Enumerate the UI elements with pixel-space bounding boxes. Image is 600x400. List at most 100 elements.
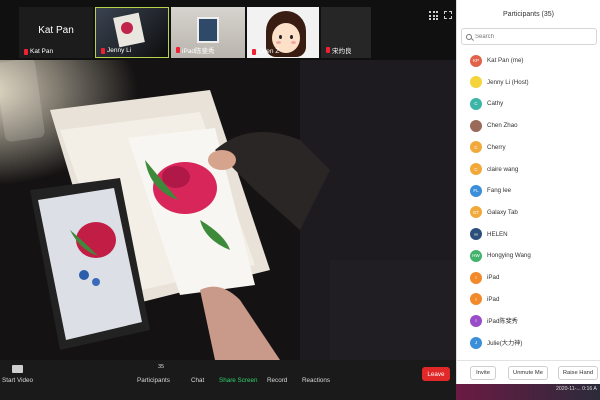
cartoon-eye bbox=[290, 35, 293, 39]
tile-name-label: 宋灼良 bbox=[326, 45, 352, 55]
leave-button[interactable]: Leave bbox=[422, 367, 450, 381]
chat-button[interactable]: Chat bbox=[191, 360, 204, 400]
record-label: Record bbox=[267, 377, 288, 384]
participant-row[interactable]: H HELEN bbox=[457, 224, 600, 245]
participant-avatar: C bbox=[470, 97, 482, 110]
tile-big-name: Kat Pan bbox=[38, 25, 74, 36]
video-thumbnail-strip: Kat Pan Kat Pan Jenny Li iPad陈斐秀 Chen Z … bbox=[0, 7, 456, 59]
participant-row[interactable]: Chen Zhao bbox=[457, 115, 600, 136]
muted-mic-icon bbox=[24, 48, 28, 55]
participant-avatar: FL bbox=[470, 184, 482, 197]
participant-avatar: I bbox=[470, 293, 482, 306]
raise-hand-button[interactable]: Raise Hand bbox=[558, 366, 598, 380]
participant-name: Hongying Wang bbox=[487, 252, 531, 260]
tile-flower-shape bbox=[121, 22, 133, 34]
participants-panel: Participants (35) KP Kat Pan (me) Jenny Li… bbox=[456, 0, 600, 400]
panel-footer: Invite Unmute Me Raise Hand bbox=[457, 360, 600, 384]
participant-name: Cherry bbox=[487, 143, 506, 151]
participant-avatar: I bbox=[470, 314, 482, 327]
participant-avatar: J bbox=[470, 336, 482, 349]
participant-row[interactable]: KP Kat Pan (me) bbox=[457, 50, 600, 71]
search-icon bbox=[466, 33, 472, 40]
participants-button[interactable]: Participants bbox=[137, 360, 170, 400]
participants-label: Participants bbox=[137, 377, 170, 384]
participant-name: iPad bbox=[487, 295, 500, 303]
share-screen-button[interactable]: Share Screen bbox=[219, 360, 258, 400]
participant-name: Galaxy Tab bbox=[487, 208, 518, 216]
video-camera-icon bbox=[12, 365, 24, 373]
participant-name: Jenny Li (Host) bbox=[487, 78, 529, 86]
tile-picture-frame bbox=[197, 17, 219, 43]
participant-row[interactable]: C Cathy bbox=[457, 93, 600, 114]
tile-name-text: Chen Z bbox=[258, 48, 280, 55]
participant-row[interactable]: HW Hongying Wang bbox=[457, 245, 600, 266]
share-screen-label: Share Screen bbox=[219, 377, 258, 384]
muted-mic-icon bbox=[176, 47, 180, 53]
main-video-scene bbox=[0, 60, 456, 360]
participant-row[interactable]: IiPad bbox=[457, 267, 600, 288]
reactions-button[interactable]: Reactions bbox=[302, 360, 330, 400]
tile-name-label: Chen Z bbox=[252, 48, 279, 55]
participant-name: claire wang bbox=[487, 165, 519, 173]
participant-avatar bbox=[470, 76, 482, 89]
participant-row[interactable]: J Julie(大力神) bbox=[457, 332, 600, 353]
start-video-button[interactable]: Start Video bbox=[2, 360, 33, 400]
grid-view-icon[interactable] bbox=[429, 11, 438, 20]
participant-avatar: HW bbox=[470, 249, 482, 262]
participant-name: Julie(大力神) bbox=[487, 340, 523, 348]
participant-name: Cathy bbox=[487, 100, 504, 108]
tile-name-text: iPad陈斐秀 bbox=[182, 48, 215, 55]
video-tile-chen-z[interactable]: Chen Z bbox=[247, 7, 319, 58]
main-video-feed bbox=[0, 60, 456, 360]
muted-mic-icon bbox=[101, 47, 105, 54]
clock-timestamp: 2020-11-... 0:16 A bbox=[556, 386, 597, 392]
start-video-label: Start Video bbox=[2, 377, 34, 384]
record-button[interactable]: Record bbox=[267, 360, 287, 400]
participant-row[interactable]: C Cherry bbox=[457, 137, 600, 158]
participant-row[interactable]: GT Galaxy Tab bbox=[457, 202, 600, 223]
search-box[interactable] bbox=[461, 28, 597, 45]
participant-list: KP Kat Pan (me) Jenny Li (Host) C Cathy Chen … bbox=[457, 50, 600, 360]
tile-name-text: 宋灼良 bbox=[332, 48, 352, 55]
participant-avatar: C bbox=[470, 163, 482, 175]
tile-name-text: Jenny Li bbox=[107, 47, 132, 54]
participant-name: iPad bbox=[487, 274, 500, 281]
participant-avatar: GT bbox=[470, 206, 482, 219]
participant-avatar: KP bbox=[470, 54, 482, 67]
cartoon-eye bbox=[279, 35, 282, 39]
participant-name: Kat Pan (me) bbox=[487, 57, 524, 64]
participant-name: iPad陈斐秀 bbox=[487, 318, 518, 326]
invite-button[interactable]: Invite bbox=[470, 366, 496, 380]
chat-label: Chat bbox=[191, 377, 205, 384]
unmute-me-button[interactable]: Unmute Me bbox=[508, 366, 548, 380]
participant-avatar: C bbox=[470, 141, 482, 154]
reactions-label: Reactions bbox=[302, 377, 331, 384]
meeting-toolbar: Start Video 35 Participants Chat Share S… bbox=[0, 360, 456, 400]
cartoon-blush bbox=[276, 41, 281, 44]
tile-name-label: Jenny Li bbox=[101, 47, 131, 54]
video-tile-song[interactable]: 宋灼良 bbox=[321, 7, 371, 58]
participant-row[interactable]: Cclaire wang bbox=[457, 159, 600, 180]
fullscreen-icon[interactable] bbox=[444, 11, 452, 19]
participant-avatar: H bbox=[470, 228, 482, 241]
participant-avatar bbox=[470, 119, 482, 132]
participant-name: Chen Zhao bbox=[487, 122, 518, 130]
video-tile-ipad[interactable]: iPad陈斐秀 bbox=[171, 7, 245, 58]
participant-row[interactable]: FL Fang lee bbox=[457, 180, 600, 201]
panel-title: Participants (35) bbox=[503, 11, 554, 18]
meeting-area: Kat Pan Kat Pan Jenny Li iPad陈斐秀 Chen Z … bbox=[0, 0, 456, 400]
participant-row[interactable]: IiPad bbox=[457, 289, 600, 310]
participant-avatar: I bbox=[470, 271, 482, 284]
tile-name-label: iPad陈斐秀 bbox=[176, 45, 215, 55]
video-tile-kat-pan[interactable]: Kat Pan Kat Pan bbox=[19, 7, 93, 58]
muted-mic-icon bbox=[326, 47, 330, 53]
search-input[interactable] bbox=[475, 33, 585, 40]
cartoon-blush bbox=[291, 41, 296, 44]
tile-name-label: Kat Pan bbox=[24, 48, 53, 55]
video-tile-jenny-li[interactable]: Jenny Li bbox=[95, 7, 169, 58]
participant-row[interactable]: IiPad陈斐秀 bbox=[457, 310, 600, 331]
muted-mic-icon bbox=[252, 48, 256, 55]
participant-name: HELEN bbox=[487, 230, 508, 238]
participant-row[interactable]: Jenny Li (Host) bbox=[457, 72, 600, 93]
tile-name-text: Kat Pan bbox=[30, 48, 54, 55]
